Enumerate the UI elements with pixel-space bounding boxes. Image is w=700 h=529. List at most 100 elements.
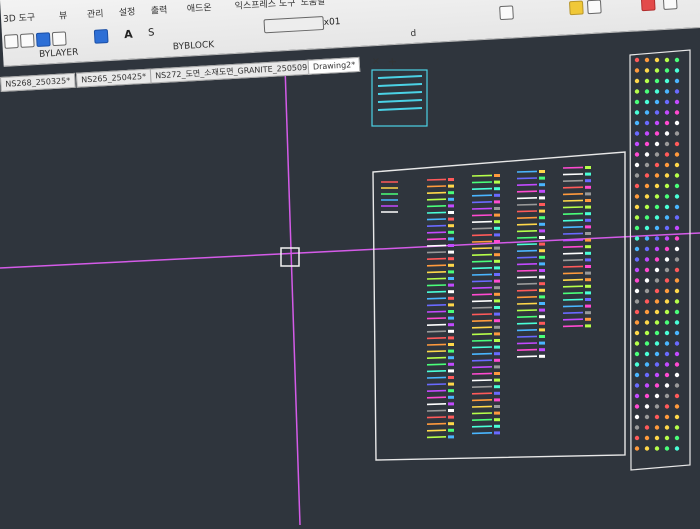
legend-line <box>426 317 447 320</box>
legend-line <box>426 238 447 241</box>
strip-symbol <box>634 341 640 346</box>
legend-line <box>471 220 493 223</box>
tab-add-button[interactable]: + <box>387 55 397 68</box>
strip-symbol <box>664 404 670 409</box>
strip-symbol <box>644 236 650 241</box>
legend-line <box>426 231 447 234</box>
menu-item[interactable]: 관리 <box>87 6 104 20</box>
legend-line <box>516 289 538 292</box>
pan-icon[interactable] <box>3 34 19 49</box>
legend-code <box>585 245 591 249</box>
legend-code <box>539 275 545 279</box>
strip-symbol <box>664 393 670 399</box>
strip-symbol <box>674 372 680 378</box>
legend-code <box>494 372 500 375</box>
legend-line <box>426 436 447 439</box>
legend-line <box>562 186 584 189</box>
strip-symbol <box>674 309 680 315</box>
strip-symbol <box>654 131 660 136</box>
legend-code <box>494 358 500 362</box>
legend-line <box>426 422 447 425</box>
color-swatch-icon[interactable] <box>263 15 325 34</box>
legend-line <box>562 278 584 281</box>
strip-symbol <box>664 299 670 304</box>
legend-line <box>471 339 493 342</box>
legend-code <box>494 200 500 204</box>
legend-line <box>426 244 447 247</box>
legend-code <box>448 435 454 439</box>
strip-symbol <box>674 99 680 105</box>
strip-symbol <box>654 267 660 273</box>
text-style-value[interactable]: S <box>148 27 155 38</box>
tab-close-button[interactable]: × <box>371 56 380 67</box>
strip-symbol <box>634 215 640 220</box>
strip-symbol <box>674 446 680 451</box>
legend-line <box>426 343 447 346</box>
strip-symbol <box>664 68 670 73</box>
legend-line <box>471 333 493 336</box>
strip-symbol <box>634 257 640 262</box>
legend-code <box>448 270 454 274</box>
strip-symbol <box>664 383 670 388</box>
legend-code <box>448 402 454 406</box>
strip-symbol <box>664 110 670 115</box>
strip-symbol <box>634 57 640 63</box>
linetype-byblock[interactable]: BYBLOCK <box>173 40 215 52</box>
zoom-extents-icon[interactable] <box>51 31 67 47</box>
legend-code <box>494 273 500 276</box>
legend-line <box>471 273 493 276</box>
menu-item[interactable]: 출력 <box>150 3 168 17</box>
menu-item[interactable]: 애드온 <box>186 0 212 14</box>
delete-icon[interactable] <box>640 0 656 12</box>
legend-code <box>494 226 500 230</box>
scale-label[interactable]: x01 <box>324 17 341 28</box>
strip-symbol <box>664 362 670 367</box>
strip-symbol <box>634 131 640 136</box>
legend-code <box>494 365 500 369</box>
menu-item[interactable]: 익스프레스 도구 <box>234 0 295 12</box>
legend-line <box>426 363 447 366</box>
legend-line <box>562 305 584 308</box>
strip-symbol <box>674 215 680 220</box>
legend-lines <box>381 166 591 439</box>
menu-item[interactable]: 뷰 <box>59 8 68 21</box>
menu-item[interactable]: 도움말 <box>300 0 325 8</box>
strip-symbol <box>644 330 650 336</box>
layer-icon[interactable] <box>586 0 602 15</box>
strip-symbol <box>634 204 640 210</box>
legend-line <box>516 249 538 252</box>
menu-item[interactable]: 설정 <box>118 4 136 18</box>
zoom-icon[interactable] <box>19 33 35 48</box>
menu-item[interactable]: 3D 도구 <box>3 10 36 25</box>
strip-symbol <box>644 89 650 94</box>
legend-code <box>494 253 500 257</box>
strip-symbol <box>664 204 670 210</box>
legend-code <box>539 176 545 180</box>
legend-line <box>426 350 447 353</box>
strip-symbol <box>644 351 650 357</box>
help-icon[interactable] <box>93 29 109 44</box>
legend-code <box>494 240 500 243</box>
linetype-bylayer[interactable]: BYLAYER <box>39 48 79 60</box>
properties-icon[interactable] <box>499 5 514 21</box>
pickbox <box>280 247 300 267</box>
strip-symbol <box>664 341 670 346</box>
legend-code <box>539 203 545 206</box>
settings-icon[interactable] <box>662 0 678 10</box>
lightbulb-icon[interactable] <box>568 0 584 16</box>
strip-symbol <box>664 152 670 157</box>
legend-code <box>448 376 454 379</box>
tab-drawing2[interactable]: Drawing2* <box>307 56 361 75</box>
legend-line <box>562 245 584 248</box>
strip-symbol <box>674 278 680 283</box>
strip-symbol <box>644 425 650 430</box>
zoom-window-icon[interactable] <box>35 32 51 48</box>
legend-line <box>426 304 447 307</box>
legend-code <box>448 197 454 201</box>
strip-symbol <box>634 362 640 367</box>
legend-line <box>562 265 584 268</box>
strip-symbol <box>674 288 680 294</box>
legend-line <box>426 211 447 214</box>
legend-code <box>448 244 454 247</box>
legend-code <box>539 288 545 292</box>
